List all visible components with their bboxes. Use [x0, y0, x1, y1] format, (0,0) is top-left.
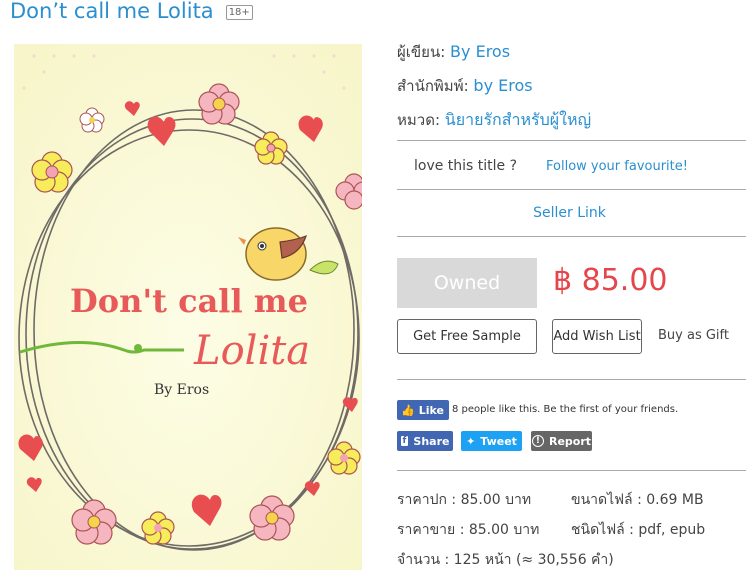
book-title: Don’t call me Lolita — [10, 0, 214, 23]
cover-byline: By Eros — [154, 382, 209, 398]
like-label: Like — [418, 403, 444, 417]
divider — [397, 470, 746, 471]
report-label: Report — [548, 434, 592, 448]
author-label: ผู้เขียน: — [397, 43, 451, 61]
alert-icon: ! — [531, 435, 544, 447]
page-count: จำนวน : 125 หน้า (≈ 30,556 คำ) — [397, 552, 614, 568]
age-rating-badge: 18+ — [225, 4, 253, 20]
thumbs-up-icon: 👍 — [401, 403, 415, 417]
category-link[interactable]: นิยายรักสำหรับผู้ใหญ่ — [445, 110, 591, 129]
follow-favourite-link[interactable]: Follow your favourite! — [546, 159, 688, 174]
divider — [397, 379, 746, 380]
facebook-share-button[interactable]: f Share — [397, 431, 453, 451]
cover-illustration: Don't call me Lolita By Eros — [14, 44, 362, 570]
cover-title-line1: Don't call me — [70, 282, 308, 320]
like-count-text: 8 people like this. Be the first of your… — [452, 404, 679, 415]
report-button[interactable]: ! Report — [531, 431, 592, 451]
tweet-button[interactable]: ✦ Tweet — [461, 431, 522, 451]
publisher-label: สำนักพิมพ์: — [397, 77, 474, 95]
facebook-like-button[interactable]: 👍 Like — [397, 400, 449, 420]
follow-row: love this title ? Follow your favourite! — [397, 156, 746, 178]
file-size: ขนาดไฟล์ : 0.69 MB — [571, 492, 704, 508]
twitter-bird-icon: ✦ — [466, 434, 476, 448]
divider — [397, 189, 746, 190]
sale-price: ราคาขาย : 85.00 บาท — [397, 522, 540, 538]
add-wish-list-button[interactable]: Add Wish List — [552, 319, 642, 354]
category-label: หมวด: — [397, 111, 445, 129]
love-prompt: love this title ? — [414, 158, 518, 174]
facebook-icon: f — [400, 436, 409, 446]
title-row: Don’t call me Lolita 18+ — [10, 0, 253, 26]
publisher-link[interactable]: by Eros — [473, 76, 532, 95]
buy-as-gift-link[interactable]: Buy as Gift — [658, 328, 729, 343]
seller-link[interactable]: Seller Link — [397, 205, 742, 221]
cover-price: ราคาปก : 85.00 บาท — [397, 492, 532, 508]
get-free-sample-button[interactable]: Get Free Sample — [397, 319, 537, 354]
cover-title-line2: Lolita — [193, 328, 310, 374]
divider — [397, 140, 746, 141]
publisher-row: สำนักพิมพ์: by Eros — [397, 74, 533, 98]
file-type: ชนิดไฟล์ : pdf, epub — [571, 522, 706, 538]
book-cover[interactable]: Don't call me Lolita By Eros — [14, 44, 362, 570]
price: ฿ 85.00 — [553, 263, 668, 298]
owned-button[interactable]: Owned — [397, 258, 537, 308]
category-row: หมวด: นิยายรักสำหรับผู้ใหญ่ — [397, 108, 591, 133]
tweet-label: Tweet — [480, 434, 517, 448]
author-row: ผู้เขียน: By Eros — [397, 40, 510, 64]
share-label: Share — [413, 434, 450, 448]
author-link[interactable]: By Eros — [450, 42, 510, 61]
divider — [397, 236, 746, 237]
